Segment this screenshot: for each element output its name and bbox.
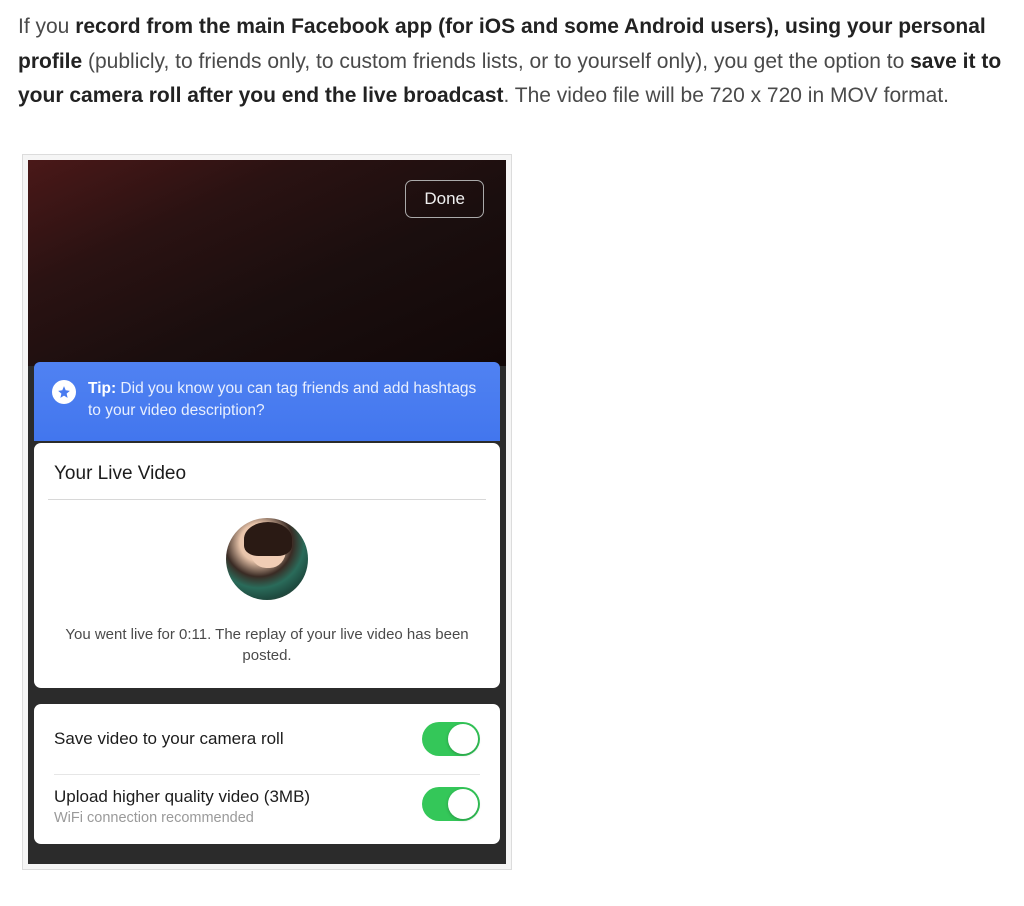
phone-screen: Done Tip: Did you know you can tag frien… — [28, 160, 506, 864]
live-video-card: Your Live Video You went live for 0:11. … — [34, 443, 500, 688]
setting-row-save: Save video to your camera roll — [34, 704, 500, 774]
star-icon — [52, 380, 76, 404]
para-mid-1: (publicly, to friends only, to custom fr… — [82, 50, 910, 73]
toggle-knob — [448, 724, 478, 754]
tip-text: Tip: Did you know you can tag friends an… — [88, 378, 482, 423]
article-paragraph: If you record from the main Facebook app… — [18, 10, 1006, 114]
live-video-title: Your Live Video — [34, 443, 500, 499]
avatar-wrap — [34, 500, 500, 618]
hq-video-sublabel: WiFi connection recommended — [54, 810, 422, 826]
para-text: If you — [18, 15, 75, 38]
setting-text: Save video to your camera roll — [54, 729, 422, 749]
video-preview-area: Done — [28, 160, 506, 366]
tip-banner: Tip: Did you know you can tag friends an… — [34, 362, 500, 441]
save-video-label: Save video to your camera roll — [54, 729, 422, 749]
save-video-toggle[interactable] — [422, 722, 480, 756]
avatar — [226, 518, 308, 600]
phone-screenshot-frame: Done Tip: Did you know you can tag frien… — [22, 154, 512, 870]
tip-label: Tip: — [88, 380, 116, 397]
toggle-knob — [448, 789, 478, 819]
setting-row-hq: Upload higher quality video (3MB) WiFi c… — [34, 775, 500, 844]
settings-card: Save video to your camera roll Upload hi… — [34, 704, 500, 844]
live-summary-text: You went live for 0:11. The replay of yo… — [34, 618, 500, 688]
tip-body: Did you know you can tag friends and add… — [88, 380, 476, 419]
setting-text: Upload higher quality video (3MB) WiFi c… — [54, 787, 422, 826]
done-button[interactable]: Done — [405, 180, 484, 218]
para-suffix: . The video file will be 720 x 720 in MO… — [504, 84, 950, 107]
hq-video-label: Upload higher quality video (3MB) — [54, 787, 422, 807]
hq-video-toggle[interactable] — [422, 787, 480, 821]
